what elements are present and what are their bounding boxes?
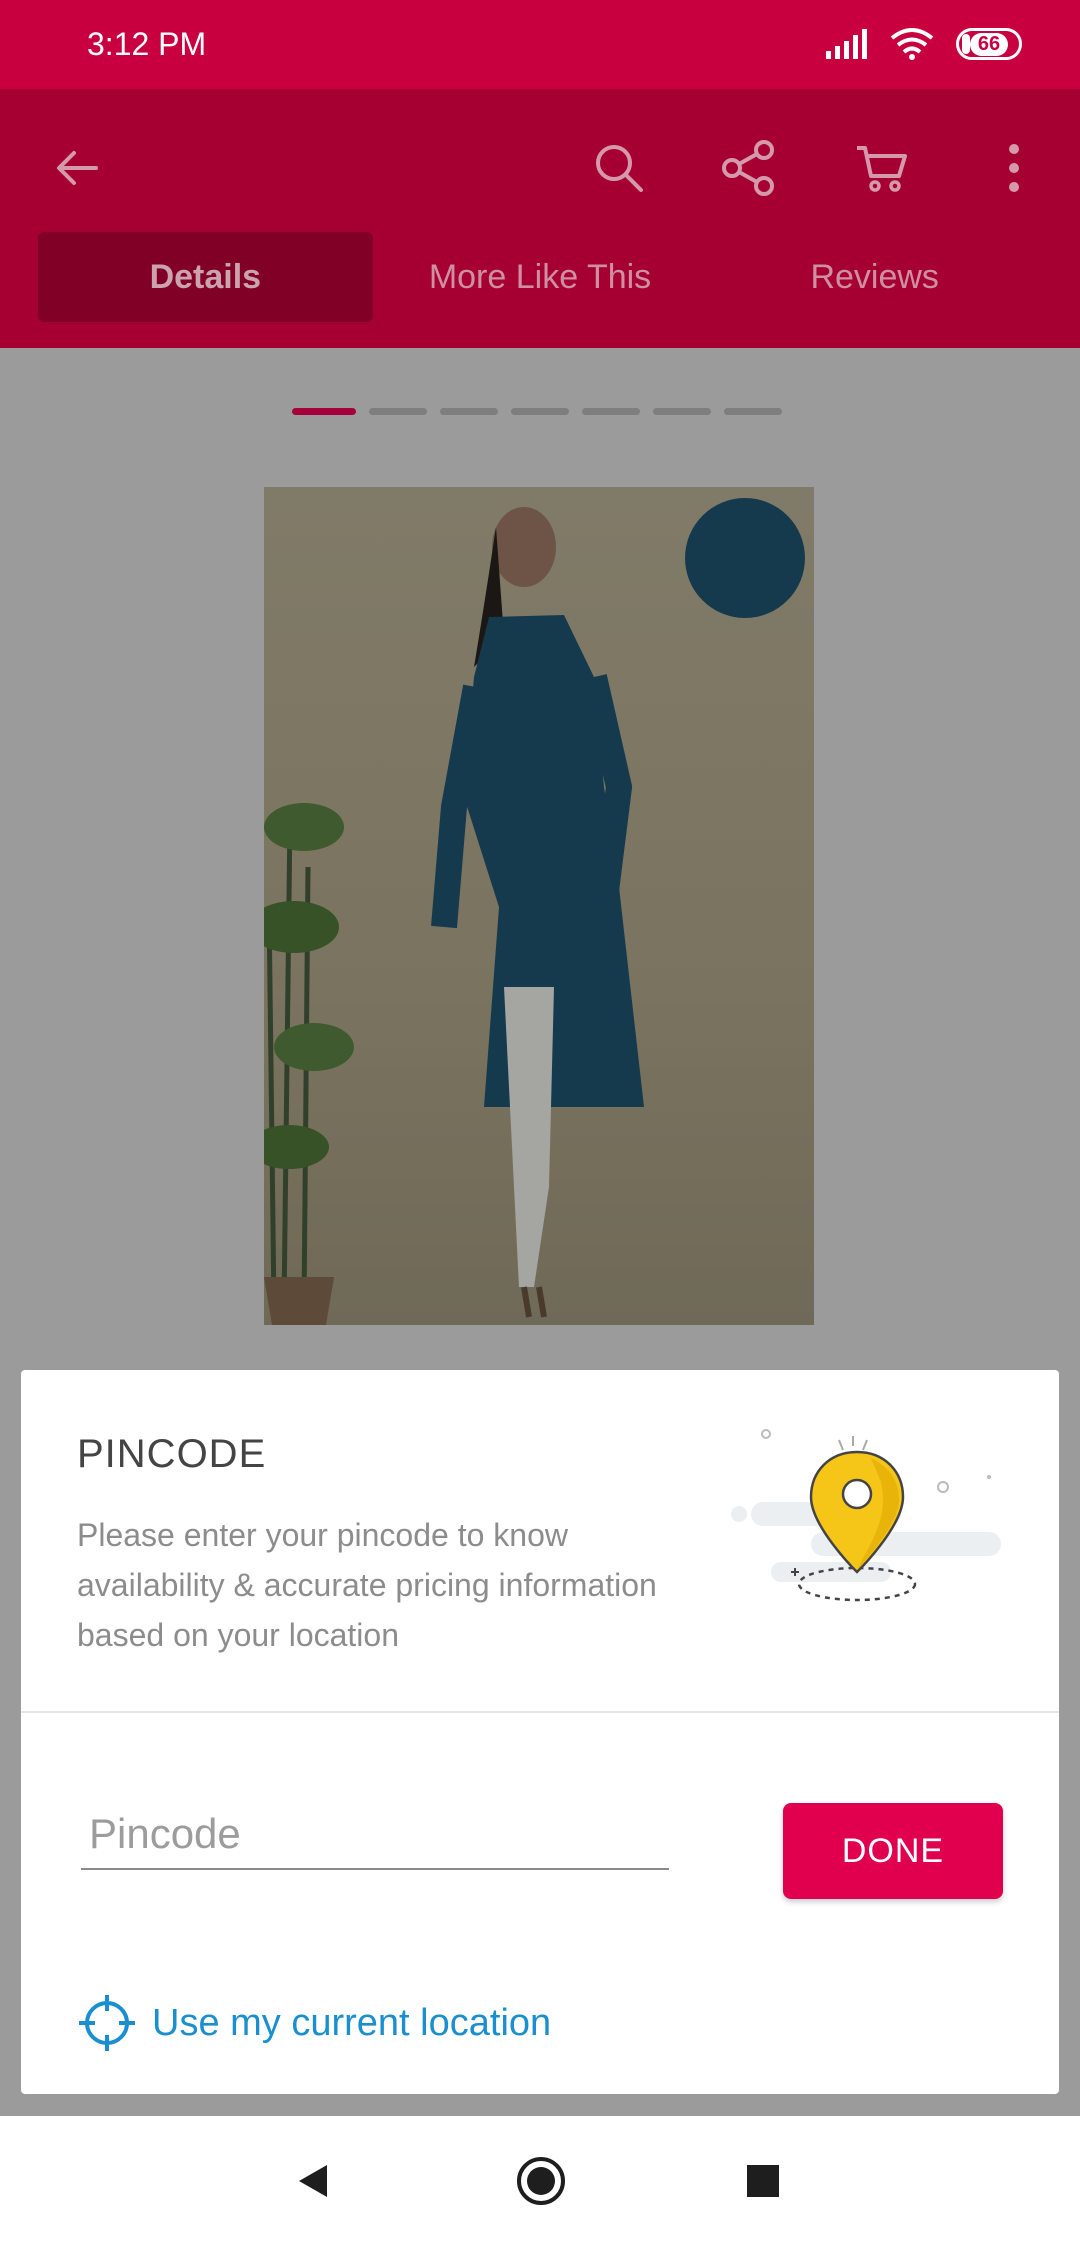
battery-icon: 66	[956, 28, 1022, 60]
carousel-indicator	[292, 408, 782, 415]
carousel-dot	[653, 408, 711, 415]
tab-details[interactable]: Details	[38, 232, 373, 322]
more-options-button[interactable]	[994, 133, 1034, 203]
done-button[interactable]: DONE	[783, 1803, 1003, 1899]
signal-icon	[826, 29, 867, 59]
search-button[interactable]	[584, 133, 654, 203]
carousel-dot	[292, 408, 356, 415]
cart-icon	[857, 146, 907, 192]
back-arrow-icon	[57, 151, 98, 185]
tab-bar: Details More Like This Reviews	[38, 232, 1042, 322]
status-icons: 66	[824, 28, 1022, 60]
dialog-description: Please enter your pincode to know availa…	[77, 1517, 657, 1653]
crosshair-icon	[79, 1995, 135, 2051]
status-time: 3:12 PM	[87, 26, 207, 62]
back-button[interactable]	[44, 135, 110, 201]
system-nav-bar	[0, 2116, 1080, 2246]
wifi-icon	[890, 28, 934, 60]
pincode-dialog: PINCODE Please enter your pincode to kno…	[21, 1370, 1059, 2094]
dialog-divider	[21, 1711, 1059, 1713]
nav-back-button[interactable]	[280, 2148, 346, 2214]
search-icon	[596, 145, 643, 192]
nav-recents-icon	[747, 2165, 779, 2197]
tab-more-like-this[interactable]: More Like This	[373, 232, 708, 322]
carousel-dot	[369, 408, 427, 415]
status-bar: 3:12 PM 66	[0, 0, 1080, 89]
battery-level: 66	[969, 32, 1009, 56]
dialog-title: PINCODE	[77, 1432, 267, 1476]
share-icon	[722, 140, 774, 196]
more-vert-icon	[1009, 144, 1019, 192]
product-image[interactable]	[264, 487, 814, 1325]
carousel-dot	[511, 408, 569, 415]
nav-back-icon	[299, 2165, 327, 2197]
location-pin-illustration	[731, 1429, 1001, 1602]
nav-home-icon	[517, 2157, 565, 2205]
carousel-dot	[724, 408, 782, 415]
carousel-dot	[440, 408, 498, 415]
model-figure	[264, 507, 644, 1325]
share-button[interactable]	[713, 133, 783, 203]
cart-button[interactable]	[846, 133, 916, 203]
nav-recents-button[interactable]	[730, 2148, 796, 2214]
tab-reviews[interactable]: Reviews	[707, 232, 1042, 322]
pincode-input[interactable]	[81, 1800, 669, 1870]
app-bar: Details More Like This Reviews	[0, 89, 1080, 348]
carousel-dot	[582, 408, 640, 415]
use-current-location-label: Use my current location	[152, 2001, 552, 2044]
nav-home-button[interactable]	[506, 2146, 576, 2216]
use-current-location[interactable]: Use my current location	[76, 1992, 551, 2054]
